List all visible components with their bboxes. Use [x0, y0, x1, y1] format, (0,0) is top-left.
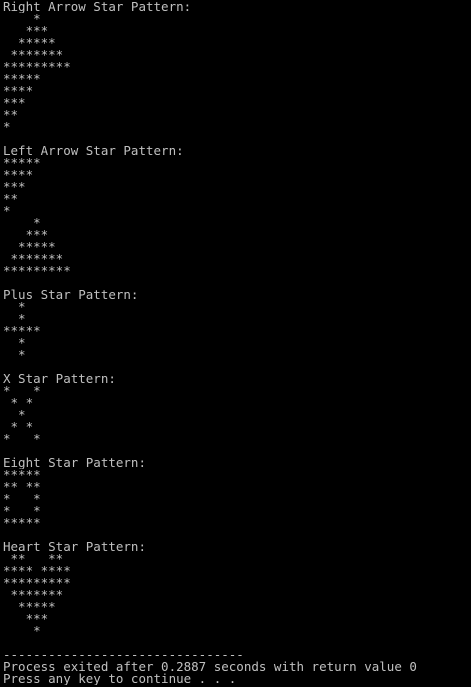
- console-line: *: [3, 121, 11, 133]
- console-line: *: [3, 217, 41, 229]
- console-line: Process exited after 0.2887 seconds with…: [3, 661, 417, 673]
- console-line: **** ****: [3, 565, 71, 577]
- console-line: ***: [3, 97, 26, 109]
- console-line: * *: [3, 505, 41, 517]
- console-line: ****: [3, 85, 34, 97]
- console-line: Press any key to continue . . .: [3, 673, 237, 685]
- console-line: Left Arrow Star Pattern:: [3, 145, 184, 157]
- console-line: *****: [3, 241, 56, 253]
- console-line: * *: [3, 385, 41, 397]
- console-line: ***: [3, 25, 49, 37]
- console-line: *: [3, 349, 26, 361]
- console-line: ***: [3, 613, 49, 625]
- console-line: *******: [3, 589, 64, 601]
- console-line: *******: [3, 253, 64, 265]
- console-line: Plus Star Pattern:: [3, 289, 139, 301]
- console-line: *: [3, 409, 26, 421]
- console-line: *****: [3, 157, 41, 169]
- console-line: ****: [3, 169, 34, 181]
- console-line: X Star Pattern:: [3, 373, 116, 385]
- console-output[interactable]: Right Arrow Star Pattern: * *** ***** **…: [0, 0, 467, 687]
- window-edge: [467, 0, 471, 687]
- console-line: *****: [3, 601, 56, 613]
- console-line: *: [3, 205, 11, 217]
- console-line: *********: [3, 61, 71, 73]
- console-line: ***: [3, 229, 49, 241]
- console-line: *: [3, 313, 26, 325]
- console-line: Heart Star Pattern:: [3, 541, 146, 553]
- console-line: *****: [3, 469, 41, 481]
- console-line: *: [3, 13, 41, 25]
- console-line: *****: [3, 517, 41, 529]
- console-line: ***: [3, 181, 26, 193]
- console-line: *****: [3, 37, 56, 49]
- console-line: **: [3, 109, 19, 121]
- console-line: **: [3, 193, 19, 205]
- console-line: Right Arrow Star Pattern:: [3, 1, 192, 13]
- console-line: *: [3, 301, 26, 313]
- console-line: *****: [3, 325, 41, 337]
- console-line: *******: [3, 49, 64, 61]
- console-line: --------------------------------: [3, 649, 244, 661]
- console-line: ** **: [3, 481, 41, 493]
- console-line: * *: [3, 493, 41, 505]
- console-line: * *: [3, 397, 34, 409]
- console-line: *********: [3, 577, 71, 589]
- console-line: *: [3, 625, 41, 637]
- console-line: * *: [3, 421, 34, 433]
- console-line: * *: [3, 433, 41, 445]
- console-line: ** **: [3, 553, 64, 565]
- console-line: *********: [3, 265, 71, 277]
- console-line: *: [3, 337, 26, 349]
- console-line: *****: [3, 73, 41, 85]
- console-line: Eight Star Pattern:: [3, 457, 146, 469]
